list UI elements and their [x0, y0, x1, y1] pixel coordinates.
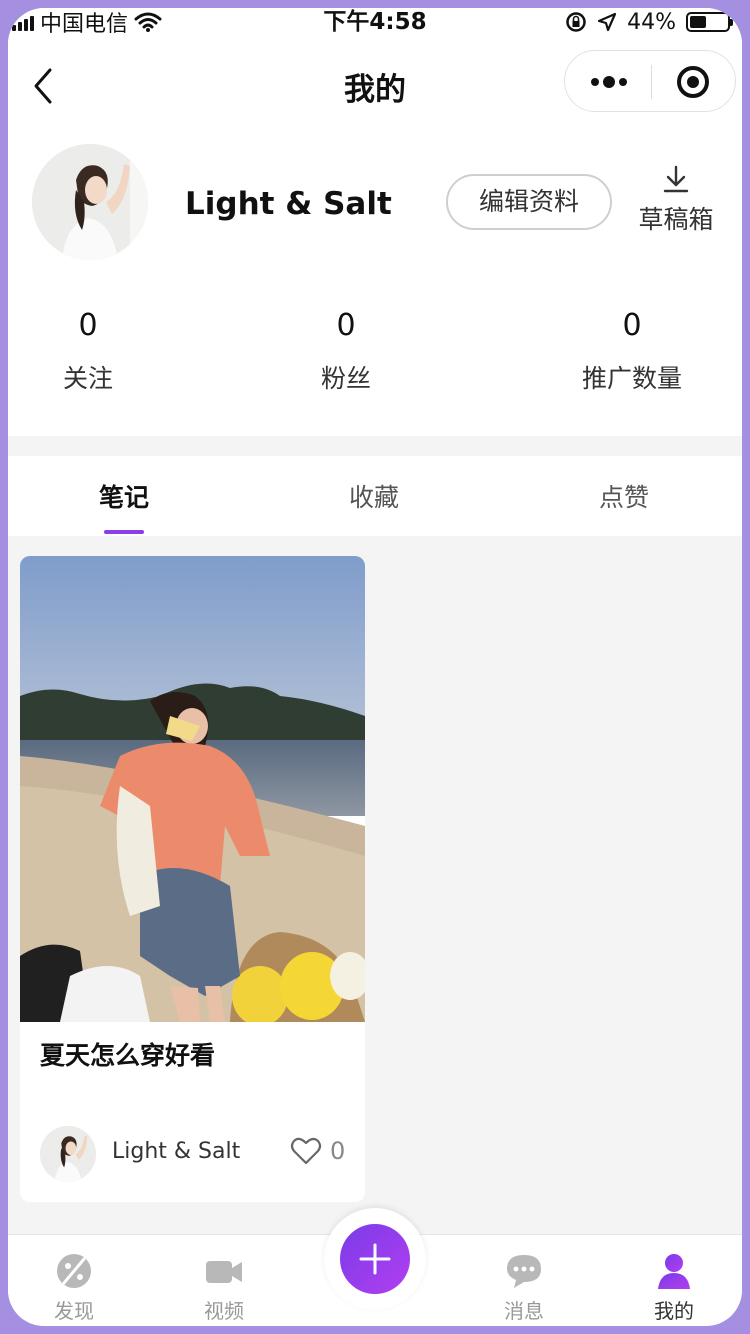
- stat-promotions[interactable]: 0 推广数量: [552, 308, 712, 395]
- tabbar-messages[interactable]: 消息: [474, 1251, 574, 1324]
- plus-icon: [359, 1243, 391, 1275]
- stats-row: 0 关注 0 粉丝 0 推广数量: [8, 308, 742, 408]
- note-card[interactable]: 夏天怎么穿好看 Light & Salt 0: [20, 556, 365, 1202]
- profile-section: Light & Salt 编辑资料 草稿箱 0 关注 0 粉丝 0 推广数量: [8, 136, 742, 436]
- discover-icon: [57, 1254, 91, 1288]
- publish-button[interactable]: [340, 1224, 410, 1294]
- author-name: Light & Salt: [112, 1139, 241, 1164]
- heart-icon: [290, 1137, 322, 1165]
- content-tabs: 笔记 收藏 点赞: [8, 456, 742, 536]
- active-tab-indicator: [104, 530, 144, 534]
- like-count: 0: [330, 1137, 346, 1165]
- stat-label: 关注: [62, 364, 113, 393]
- stat-value: 0: [336, 308, 356, 343]
- stat-following[interactable]: 0 关注: [8, 308, 168, 395]
- stat-followers[interactable]: 0 粉丝: [266, 308, 426, 395]
- tab-likes[interactable]: 点赞: [564, 478, 684, 514]
- phone-screen: 中国电信 下午4:58 44% 我的 Light & Salt 编辑资料 草稿箱…: [8, 8, 742, 1326]
- profile-icon: [658, 1254, 690, 1289]
- tabbar-discover[interactable]: 发现: [24, 1251, 124, 1324]
- stat-label: 推广数量: [581, 364, 682, 393]
- avatar[interactable]: [32, 144, 148, 260]
- drafts-label: 草稿箱: [638, 205, 714, 234]
- nav-bar: 我的: [8, 36, 742, 136]
- capsule-divider: [651, 65, 652, 99]
- close-target-icon[interactable]: [677, 66, 709, 98]
- battery-icon: [686, 12, 733, 32]
- battery-percent: 44%: [627, 9, 676, 35]
- tabbar-label: 我的: [654, 1299, 694, 1323]
- username: Light & Salt: [185, 186, 392, 222]
- tab-notes[interactable]: 笔记: [64, 478, 184, 514]
- drafts-button[interactable]: 草稿箱: [626, 164, 726, 236]
- stat-value: 0: [78, 308, 98, 343]
- edit-profile-button[interactable]: 编辑资料: [446, 174, 612, 230]
- more-icon[interactable]: [589, 71, 629, 93]
- note-photo[interactable]: [20, 556, 365, 1022]
- message-icon: [507, 1255, 541, 1288]
- tab-favorites[interactable]: 收藏: [314, 478, 434, 514]
- rotation-lock-icon: [566, 12, 586, 32]
- status-bar: 中国电信 下午4:58 44%: [8, 8, 742, 37]
- tabbar-label: 发现: [54, 1299, 94, 1323]
- note-title: 夏天怎么穿好看: [40, 1041, 216, 1070]
- tabbar-label: 消息: [504, 1299, 544, 1323]
- author-avatar[interactable]: [40, 1126, 96, 1182]
- location-icon: [597, 12, 617, 32]
- tabbar-profile[interactable]: 我的: [624, 1251, 724, 1324]
- tabbar-video[interactable]: 视频: [174, 1251, 274, 1324]
- download-icon: [663, 165, 689, 193]
- status-right: 44%: [565, 8, 733, 36]
- stat-value: 0: [622, 308, 642, 343]
- video-icon: [206, 1261, 242, 1283]
- mini-program-capsule: [564, 50, 736, 112]
- stat-label: 粉丝: [320, 364, 371, 393]
- like-button[interactable]: 0: [290, 1136, 345, 1166]
- tabbar-label: 视频: [204, 1299, 244, 1323]
